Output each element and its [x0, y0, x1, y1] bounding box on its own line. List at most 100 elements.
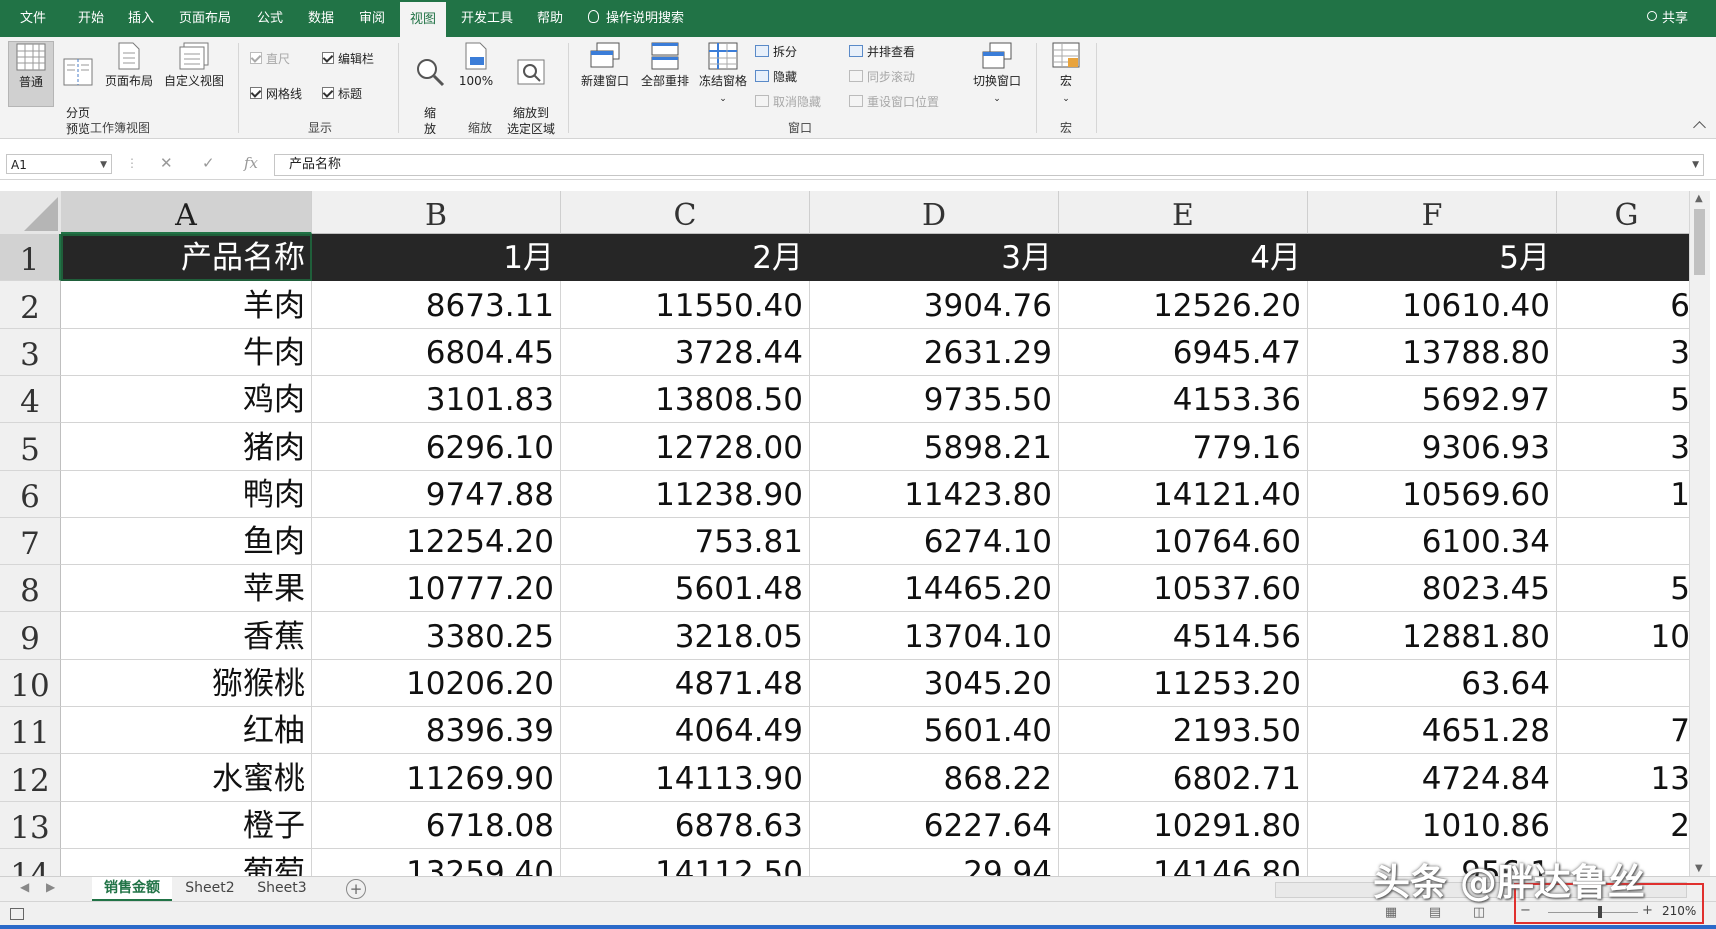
macros-button[interactable]: 宏 ⌄ — [1046, 41, 1086, 107]
cell-a6[interactable]: 鸭肉 — [61, 471, 312, 518]
cell-d10[interactable]: 3045.20 — [810, 660, 1059, 707]
cell-b14[interactable]: 13259.40 — [312, 849, 561, 876]
row-header-5[interactable]: 5 — [0, 423, 61, 471]
cell-b5[interactable]: 6296.10 — [312, 423, 561, 471]
cell-e3[interactable]: 6945.47 — [1059, 329, 1308, 376]
cell-e4[interactable]: 4153.36 — [1059, 376, 1308, 423]
cell-c2[interactable]: 11550.40 — [561, 281, 810, 329]
zoom-100-button[interactable]: 100% — [456, 41, 496, 89]
row-header-11[interactable]: 11 — [0, 707, 61, 754]
row-header-13[interactable]: 13 — [0, 802, 61, 849]
select-all-button[interactable] — [0, 191, 62, 235]
cell-b11[interactable]: 8396.39 — [312, 707, 561, 754]
name-box[interactable]: A1 ▼ — [6, 154, 112, 174]
cell-e11[interactable]: 2193.50 — [1059, 707, 1308, 754]
cell-g12[interactable]: 13 — [1557, 754, 1697, 802]
cell-g6[interactable]: 1 — [1557, 471, 1697, 518]
tell-me-search[interactable]: 操作说明搜索 — [588, 0, 708, 37]
new-window-button[interactable]: 新建窗口 — [576, 41, 634, 89]
cell-a12[interactable]: 水蜜桃 — [61, 754, 312, 802]
cell-g7[interactable] — [1557, 518, 1697, 565]
cell-e5[interactable]: 779.16 — [1059, 423, 1308, 471]
cell-f4[interactable]: 5692.97 — [1308, 376, 1557, 423]
cell-f12[interactable]: 4724.84 — [1308, 754, 1557, 802]
cell-a14[interactable]: 葡萄 — [61, 849, 312, 876]
add-sheet-button[interactable]: + — [346, 879, 366, 899]
cell-g3[interactable]: 3 — [1557, 329, 1697, 376]
zoom-slider-thumb[interactable] — [1598, 906, 1602, 918]
scroll-up-icon[interactable]: ▲ — [1695, 193, 1703, 204]
share-button[interactable]: 共享 — [1646, 0, 1688, 37]
cell-a9[interactable]: 香蕉 — [61, 612, 312, 660]
cell-e8[interactable]: 10537.60 — [1059, 565, 1308, 612]
enter-icon[interactable]: ✓ — [202, 154, 215, 172]
cell-b3[interactable]: 6804.45 — [312, 329, 561, 376]
page-break-status-icon[interactable]: ◫ — [1470, 905, 1488, 921]
ruler-checkbox[interactable]: 直尺 — [250, 49, 290, 69]
cell-f6[interactable]: 10569.60 — [1308, 471, 1557, 518]
row-header-2[interactable]: 2 — [0, 281, 61, 329]
zoom-button[interactable]: 缩 放 — [410, 41, 450, 137]
cell-g8[interactable]: 5 — [1557, 565, 1697, 612]
arrange-all-button[interactable]: 全部重排 — [636, 41, 694, 89]
tab-review[interactable]: 审阅 — [350, 0, 394, 37]
cell-d3[interactable]: 2631.29 — [810, 329, 1059, 376]
cell-e7[interactable]: 10764.60 — [1059, 518, 1308, 565]
cell-e2[interactable]: 12526.20 — [1059, 281, 1308, 329]
cell-d9[interactable]: 13704.10 — [810, 612, 1059, 660]
cell-b1[interactable]: 1月 — [312, 234, 561, 281]
cell-b7[interactable]: 12254.20 — [312, 518, 561, 565]
normal-view-status-icon[interactable]: ▦ — [1382, 905, 1400, 921]
column-header-f[interactable]: F — [1308, 191, 1557, 234]
row-header-12[interactable]: 12 — [0, 754, 61, 802]
sheet-nav-left-icon[interactable]: ◀ — [20, 880, 29, 894]
column-header-a[interactable]: A — [61, 191, 312, 234]
cell-g9[interactable]: 10 — [1557, 612, 1697, 660]
cancel-icon[interactable]: ✕ — [160, 154, 173, 172]
cell-e10[interactable]: 11253.20 — [1059, 660, 1308, 707]
cell-c8[interactable]: 5601.48 — [561, 565, 810, 612]
cell-a3[interactable]: 牛肉 — [61, 329, 312, 376]
cell-f5[interactable]: 9306.93 — [1308, 423, 1557, 471]
split-button[interactable]: 拆分 — [755, 42, 797, 62]
cell-a4[interactable]: 鸡肉 — [61, 376, 312, 423]
cell-g4[interactable]: 5 — [1557, 376, 1697, 423]
normal-view-button[interactable]: 普通 — [8, 41, 54, 107]
cell-e6[interactable]: 14121.40 — [1059, 471, 1308, 518]
cell-c13[interactable]: 6878.63 — [561, 802, 810, 849]
cell-e9[interactable]: 4514.56 — [1059, 612, 1308, 660]
worksheet-grid[interactable]: ABCDEFG 1 2 3 4 5 6 7 8 9 10 11 12 13 14 产品名称 1月 2月 3月 4月… — [0, 191, 1716, 876]
cell-c14[interactable]: 14112.50 — [561, 849, 810, 876]
hide-button[interactable]: 隐藏 — [755, 67, 797, 87]
row-header-7[interactable]: 7 — [0, 518, 61, 565]
cell-b13[interactable]: 6718.08 — [312, 802, 561, 849]
vertical-scroll-thumb[interactable] — [1694, 209, 1705, 275]
cell-g2[interactable]: 6 — [1557, 281, 1697, 329]
cell-e12[interactable]: 6802.71 — [1059, 754, 1308, 802]
column-header-g[interactable]: G — [1557, 191, 1697, 234]
cell-f10[interactable]: 63.64 — [1308, 660, 1557, 707]
formula-bar-checkbox[interactable]: 编辑栏 — [322, 49, 374, 69]
cell-c1[interactable]: 2月 — [561, 234, 810, 281]
row-header-3[interactable]: 3 — [0, 329, 61, 376]
column-header-c[interactable]: C — [561, 191, 810, 234]
freeze-panes-button[interactable]: 冻结窗格 ⌄ — [694, 41, 752, 107]
cell-d1[interactable]: 3月 — [810, 234, 1059, 281]
row-header-14[interactable]: 14 — [0, 849, 61, 876]
cell-c9[interactable]: 3218.05 — [561, 612, 810, 660]
cell-g11[interactable]: 7 — [1557, 707, 1697, 754]
page-layout-status-icon[interactable]: ▤ — [1426, 905, 1444, 921]
column-header-d[interactable]: D — [810, 191, 1059, 234]
unhide-button[interactable]: 取消隐藏 — [755, 92, 821, 112]
row-header-10[interactable]: 10 — [0, 660, 61, 707]
cell-d4[interactable]: 9735.50 — [810, 376, 1059, 423]
cell-b9[interactable]: 3380.25 — [312, 612, 561, 660]
vertical-scrollbar[interactable]: ▲ ▼ — [1689, 191, 1710, 876]
row-header-4[interactable]: 4 — [0, 376, 61, 423]
cell-e13[interactable]: 10291.80 — [1059, 802, 1308, 849]
headings-checkbox[interactable]: 标题 — [322, 84, 362, 104]
cell-d5[interactable]: 5898.21 — [810, 423, 1059, 471]
insert-function-icon[interactable]: fx — [244, 154, 258, 172]
cell-f7[interactable]: 6100.34 — [1308, 518, 1557, 565]
cell-b8[interactable]: 10777.20 — [312, 565, 561, 612]
